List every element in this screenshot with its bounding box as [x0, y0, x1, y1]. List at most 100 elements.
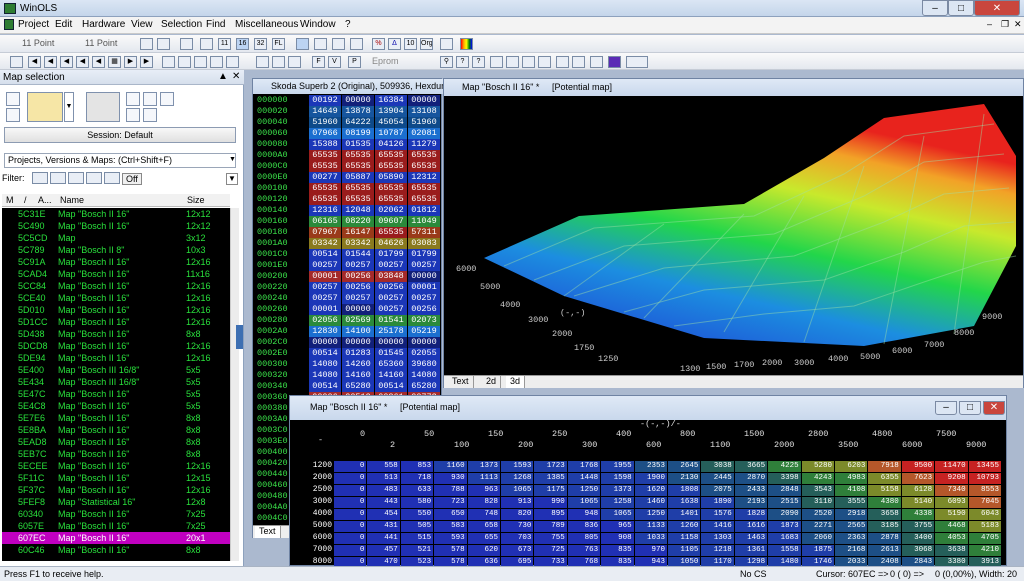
menu-hardware[interactable]: Hardware — [82, 19, 125, 30]
table-cell[interactable]: 1065 — [601, 509, 634, 520]
table-cell[interactable]: 1576 — [701, 509, 734, 520]
table-cell[interactable]: 1218 — [701, 545, 734, 556]
hex-value[interactable]: 16384 — [375, 95, 407, 106]
map-view-icon[interactable]: ▦ — [108, 56, 121, 68]
table-cell[interactable]: 9500 — [901, 461, 935, 472]
hex-value[interactable]: 12312 — [408, 172, 440, 183]
table-cell[interactable]: 820 — [501, 509, 534, 520]
hex-value[interactable]: 14260 — [342, 359, 374, 370]
hex-value[interactable]: 08199 — [342, 128, 374, 139]
layout-icon[interactable] — [157, 38, 170, 50]
map-list-item[interactable]: 5E434 Map "Bosch III 16/8" 5x5 — [2, 376, 230, 388]
hex-value[interactable]: 00257 — [375, 260, 407, 271]
signed-icon[interactable] — [296, 38, 309, 50]
hex-value[interactable]: 00257 — [342, 293, 374, 304]
hex-value[interactable]: 14100 — [342, 326, 374, 337]
table-cell[interactable]: 578 — [434, 545, 467, 556]
hex-value[interactable]: 13108 — [408, 106, 440, 117]
table-cell[interactable]: 1460 — [634, 497, 667, 508]
hex-value[interactable]: 11049 — [408, 216, 440, 227]
table-cell[interactable]: 1416 — [701, 521, 734, 532]
open-dropdown-icon[interactable]: ▼ — [64, 92, 74, 122]
hex-value[interactable]: 00000 — [342, 304, 374, 315]
hex-value[interactable]: 65535 — [309, 194, 341, 205]
hex-value[interactable]: 65535 — [309, 183, 341, 194]
table-minimize-button[interactable]: – — [935, 401, 957, 415]
project-version-map-select[interactable]: Projects, Versions & Maps: (Ctrl+Shift+F… — [4, 153, 236, 168]
hex-value[interactable]: 02055 — [408, 348, 440, 359]
filter-off-button[interactable]: Off — [122, 173, 142, 185]
hex-value[interactable]: 00277 — [309, 172, 341, 183]
table-cell[interactable]: 2168 — [835, 545, 868, 556]
hex-value[interactable]: 00514 — [309, 249, 341, 260]
map-list-item[interactable]: 5CE40 Map "Bosch II 16" 12x16 — [2, 292, 230, 304]
hex-value[interactable]: 13878 — [342, 106, 374, 117]
table-cell[interactable]: 1875 — [801, 545, 834, 556]
hex-value[interactable]: 65535 — [342, 194, 374, 205]
hex-8bit-icon[interactable] — [200, 38, 213, 50]
checksum-icon[interactable] — [256, 56, 269, 68]
table-cell[interactable]: 3755 — [901, 521, 935, 532]
table-cell[interactable]: 4705 — [968, 533, 1001, 544]
hex-value[interactable]: 65535 — [342, 183, 374, 194]
table-cell[interactable]: 5158 — [868, 485, 901, 496]
map-list-item[interactable]: 5F11C Map "Bosch II 16" 12x15 — [2, 472, 230, 484]
eprom-select[interactable]: Eprom — [372, 56, 399, 66]
table-cell[interactable]: 650 — [434, 509, 467, 520]
map-search-icon[interactable] — [226, 56, 239, 68]
table-cell[interactable]: 655 — [467, 533, 500, 544]
minimize-button[interactable]: – — [922, 0, 948, 16]
table-cell[interactable]: 2060 — [801, 533, 834, 544]
table-cell[interactable]: 1616 — [734, 521, 768, 532]
step-back-icon[interactable]: ◀ — [60, 56, 73, 68]
table-cell[interactable]: 1385 — [534, 473, 567, 484]
mdi-restore-icon[interactable]: ❐ — [1001, 19, 1009, 30]
hex-value[interactable]: 12830 — [309, 326, 341, 337]
table-cell[interactable]: 2918 — [835, 509, 868, 520]
table-cell[interactable]: 730 — [501, 521, 534, 532]
map-list-item[interactable]: 5CAD4 Map "Bosch II 16" 11x16 — [2, 268, 230, 280]
hex-value[interactable]: 00256 — [342, 271, 374, 282]
table-cell[interactable]: 8553 — [968, 485, 1001, 496]
table-cell[interactable]: 5140 — [901, 497, 935, 508]
map-edit-icon[interactable] — [210, 56, 223, 68]
hex-value[interactable]: 01545 — [375, 348, 407, 359]
menu-miscellaneous[interactable]: Miscellaneous — [235, 19, 298, 30]
pin-icon[interactable]: ▲ — [218, 71, 228, 82]
menu-help[interactable]: ? — [345, 19, 351, 30]
hex-value[interactable]: 65535 — [408, 183, 440, 194]
hex-value[interactable]: 07966 — [309, 128, 341, 139]
table-cell[interactable]: 3665 — [734, 461, 768, 472]
hex-value[interactable]: 02062 — [375, 205, 407, 216]
map-list-item[interactable]: 5DE94 Map "Bosch II 16" 12x16 — [2, 352, 230, 364]
hex-value[interactable]: 05887 — [342, 172, 374, 183]
map-list-item[interactable]: 5E4C8 Map "Bosch II 16" 5x5 — [2, 400, 230, 412]
table-cell[interactable]: 1158 — [668, 533, 701, 544]
move-icon[interactable] — [556, 56, 569, 68]
table-cell[interactable]: 0 — [334, 533, 367, 544]
hex-value[interactable]: 57311 — [408, 227, 440, 238]
table-cell[interactable]: 853 — [400, 461, 434, 472]
filter-expand-icon[interactable]: ▼ — [226, 173, 238, 185]
table-cell[interactable]: 0 — [334, 485, 367, 496]
table-cell[interactable]: 1113 — [467, 473, 500, 484]
menu-window[interactable]: Window — [300, 19, 336, 30]
table-cell[interactable]: 6043 — [968, 509, 1001, 520]
compare-icon[interactable] — [143, 108, 157, 122]
open-folder-icon[interactable] — [27, 92, 63, 122]
data-11-icon[interactable]: 11 — [218, 38, 231, 50]
table-cell[interactable]: 3038 — [701, 461, 734, 472]
table-cell[interactable]: 1250 — [567, 485, 601, 496]
table-cell[interactable]: 2870 — [734, 473, 768, 484]
checkbox-p-icon[interactable]: P — [348, 56, 361, 68]
tab-text[interactable]: Text — [448, 376, 474, 388]
hex-value[interactable]: 01812 — [408, 205, 440, 216]
save-icon[interactable] — [6, 108, 20, 122]
align-left-icon[interactable] — [506, 56, 519, 68]
view-mode-icon[interactable] — [140, 38, 153, 50]
table-cell[interactable]: 930 — [434, 473, 467, 484]
data-32-icon[interactable]: 32 — [254, 38, 267, 50]
table-cell[interactable]: 6093 — [935, 497, 968, 508]
table-cell[interactable]: 1620 — [634, 485, 667, 496]
hex-value[interactable]: 65280 — [408, 381, 440, 392]
